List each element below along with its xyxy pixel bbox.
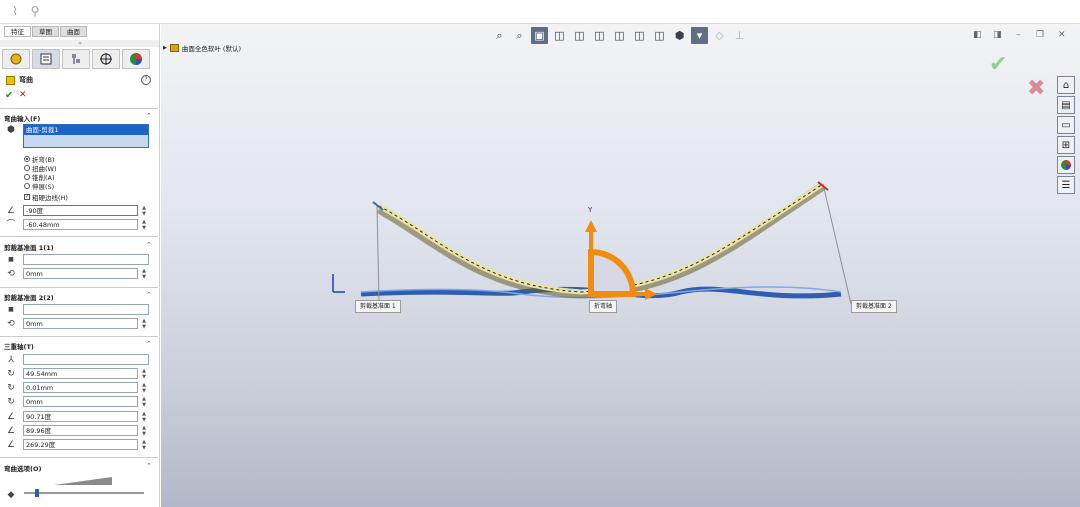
radius-field[interactable]: -60.48mm bbox=[23, 219, 138, 230]
collapse-chevron-icon[interactable]: ⌃ bbox=[146, 291, 152, 299]
trim-plane2-reference[interactable] bbox=[23, 304, 149, 315]
trim-plane1-spinner[interactable]: ▲ ▼ bbox=[141, 268, 147, 280]
collapse-chevron-icon[interactable]: ⌃ bbox=[146, 241, 152, 249]
triad-y-rotation-field[interactable]: 89.96度 bbox=[23, 425, 138, 436]
bend-options-heading[interactable]: 弯曲选项(O) bbox=[4, 463, 41, 473]
trim-plane1-heading[interactable]: 剪裁基准面 1(1) bbox=[4, 242, 54, 252]
triad-z-rotation-spinner[interactable]: ▲ ▼ bbox=[141, 439, 147, 451]
selected-body-item[interactable]: 曲面-剪裁1 bbox=[24, 125, 148, 135]
trim-plane1-offset[interactable]: 0mm bbox=[23, 268, 138, 279]
divider bbox=[0, 336, 158, 337]
tab-features[interactable]: 特征 bbox=[4, 26, 31, 37]
offset-icon: ⟲ bbox=[7, 269, 15, 279]
vertex-icon: ■ bbox=[8, 306, 14, 313]
radius-icon: ⌒ bbox=[6, 220, 16, 230]
triad-x-spinner[interactable]: ▲ ▼ bbox=[141, 368, 147, 380]
top-toolbar: ⌇ ⚲ bbox=[0, 0, 1080, 24]
x-rotation-icon: ∠ bbox=[6, 412, 16, 422]
accuracy-slider[interactable] bbox=[22, 488, 146, 498]
radio-dot bbox=[24, 183, 30, 189]
panel-grip[interactable]: » bbox=[0, 40, 159, 47]
triad-y-field[interactable]: 0.01mm bbox=[23, 382, 138, 393]
vertex-icon: ■ bbox=[8, 256, 14, 263]
tab-surfaces[interactable]: 曲面 bbox=[60, 26, 87, 37]
checkbox-box: ✓ bbox=[24, 194, 30, 200]
collapse-chevron-icon[interactable]: ⌃ bbox=[146, 340, 152, 348]
trim-plane2-offset[interactable]: 0mm bbox=[23, 318, 138, 329]
collapse-chevron-icon[interactable]: ⌃ bbox=[146, 462, 152, 470]
trim-plane1-reference[interactable] bbox=[23, 254, 149, 265]
divider bbox=[0, 236, 158, 237]
y-position-icon: ↻ bbox=[7, 383, 15, 393]
dimxpert-icon[interactable] bbox=[92, 49, 120, 69]
triad-z-rotation-field[interactable]: 269.29度 bbox=[23, 439, 138, 450]
x-position-icon: ↻ bbox=[7, 369, 15, 379]
radio-dot bbox=[24, 165, 30, 171]
pin-icon[interactable]: ⚲ bbox=[28, 4, 42, 18]
z-position-icon: ↻ bbox=[7, 397, 15, 407]
radio-dot bbox=[24, 174, 30, 180]
divider bbox=[0, 287, 158, 288]
y-rotation-icon: ∠ bbox=[6, 426, 16, 436]
trim-plane2-callout[interactable]: 剪裁基准面 2 bbox=[851, 300, 897, 313]
feature-manager-icon[interactable] bbox=[2, 49, 30, 69]
command-tabs: 特征 草图 曲面 bbox=[4, 26, 88, 37]
triad-z-field[interactable]: 0mm bbox=[23, 396, 138, 407]
collapse-chevron-icon[interactable]: ⌃ bbox=[146, 112, 152, 120]
angle-spinner[interactable]: ▲ ▼ bbox=[141, 205, 147, 217]
angle-icon: ∠ bbox=[6, 206, 16, 216]
cancel-x-icon[interactable]: ✕ bbox=[19, 90, 27, 100]
triad-y-rotation-spinner[interactable]: ▲ ▼ bbox=[141, 425, 147, 437]
model-scene[interactable]: Y bbox=[161, 24, 1080, 507]
offset-icon: ⟲ bbox=[7, 319, 15, 329]
triad-ref-icon: ⅄ bbox=[8, 355, 14, 365]
flex-feature-icon bbox=[6, 75, 15, 85]
accuracy-ramp-icon bbox=[54, 477, 112, 485]
radio-stretch[interactable]: 伸展(S) bbox=[24, 181, 54, 191]
tab-sketch[interactable]: 草图 bbox=[32, 26, 59, 37]
triad-x-rotation-spinner[interactable]: ▲ ▼ bbox=[141, 411, 147, 423]
triad-reference[interactable] bbox=[23, 354, 149, 365]
rigid-edges-checkbox[interactable]: ✓ 粗硬边线(H) bbox=[24, 192, 68, 202]
configuration-manager-icon[interactable] bbox=[62, 49, 90, 69]
radio-dot bbox=[24, 156, 30, 162]
body-select-icon: ⬢ bbox=[7, 125, 15, 135]
ok-check-icon[interactable]: ✔ bbox=[5, 90, 13, 101]
property-manager-icon[interactable] bbox=[32, 49, 60, 69]
property-manager-panel: 特征 草图 曲面 » 弯曲 ? ✔ ✕ 弯曲输入(F) ⌃ ⬢ 曲面-剪裁1 折… bbox=[0, 24, 160, 507]
radius-spinner[interactable]: ▲ ▼ bbox=[141, 219, 147, 231]
angle-field[interactable]: -90度 bbox=[23, 205, 138, 216]
bend-axis-callout[interactable]: 折弯轴 bbox=[589, 300, 618, 313]
divider bbox=[0, 108, 158, 109]
help-icon[interactable]: ? bbox=[141, 75, 151, 85]
manager-tabs bbox=[2, 49, 150, 69]
triad-y-spinner[interactable]: ▲ ▼ bbox=[141, 382, 147, 394]
z-rotation-icon: ∠ bbox=[6, 440, 16, 450]
triad-z-spinner[interactable]: ▲ ▼ bbox=[141, 396, 147, 408]
body-selection-box[interactable]: 曲面-剪裁1 bbox=[23, 124, 149, 148]
feature-title: 弯曲 bbox=[6, 75, 33, 85]
triad-heading[interactable]: 三重轴(T) bbox=[4, 341, 34, 351]
axis-y-label: Y bbox=[587, 206, 593, 214]
bend-input-heading[interactable]: 弯曲输入(F) bbox=[4, 113, 40, 123]
trim-plane2-spinner[interactable]: ▲ ▼ bbox=[141, 318, 147, 330]
triad-x-field[interactable]: 49.54mm bbox=[23, 368, 138, 379]
accuracy-icon: ◆ bbox=[7, 490, 15, 500]
trim-plane1-callout[interactable]: 剪裁基准面 1 bbox=[355, 300, 401, 313]
divider bbox=[0, 457, 158, 458]
graphics-viewport[interactable]: ▶ 曲面全色软叶 (默认) ⌕ ⌕ ▣ ◫ ◫ ◫ ◫ ◫ ◫ ⬢ ▾ ◇ ⊥ ◧… bbox=[161, 24, 1080, 507]
trim-plane2-heading[interactable]: 剪裁基准面 2(2) bbox=[4, 292, 54, 302]
triad-x-rotation-field[interactable]: 90.71度 bbox=[23, 411, 138, 422]
sketch-icon[interactable]: ⌇ bbox=[8, 4, 22, 18]
display-manager-icon[interactable] bbox=[122, 49, 150, 69]
